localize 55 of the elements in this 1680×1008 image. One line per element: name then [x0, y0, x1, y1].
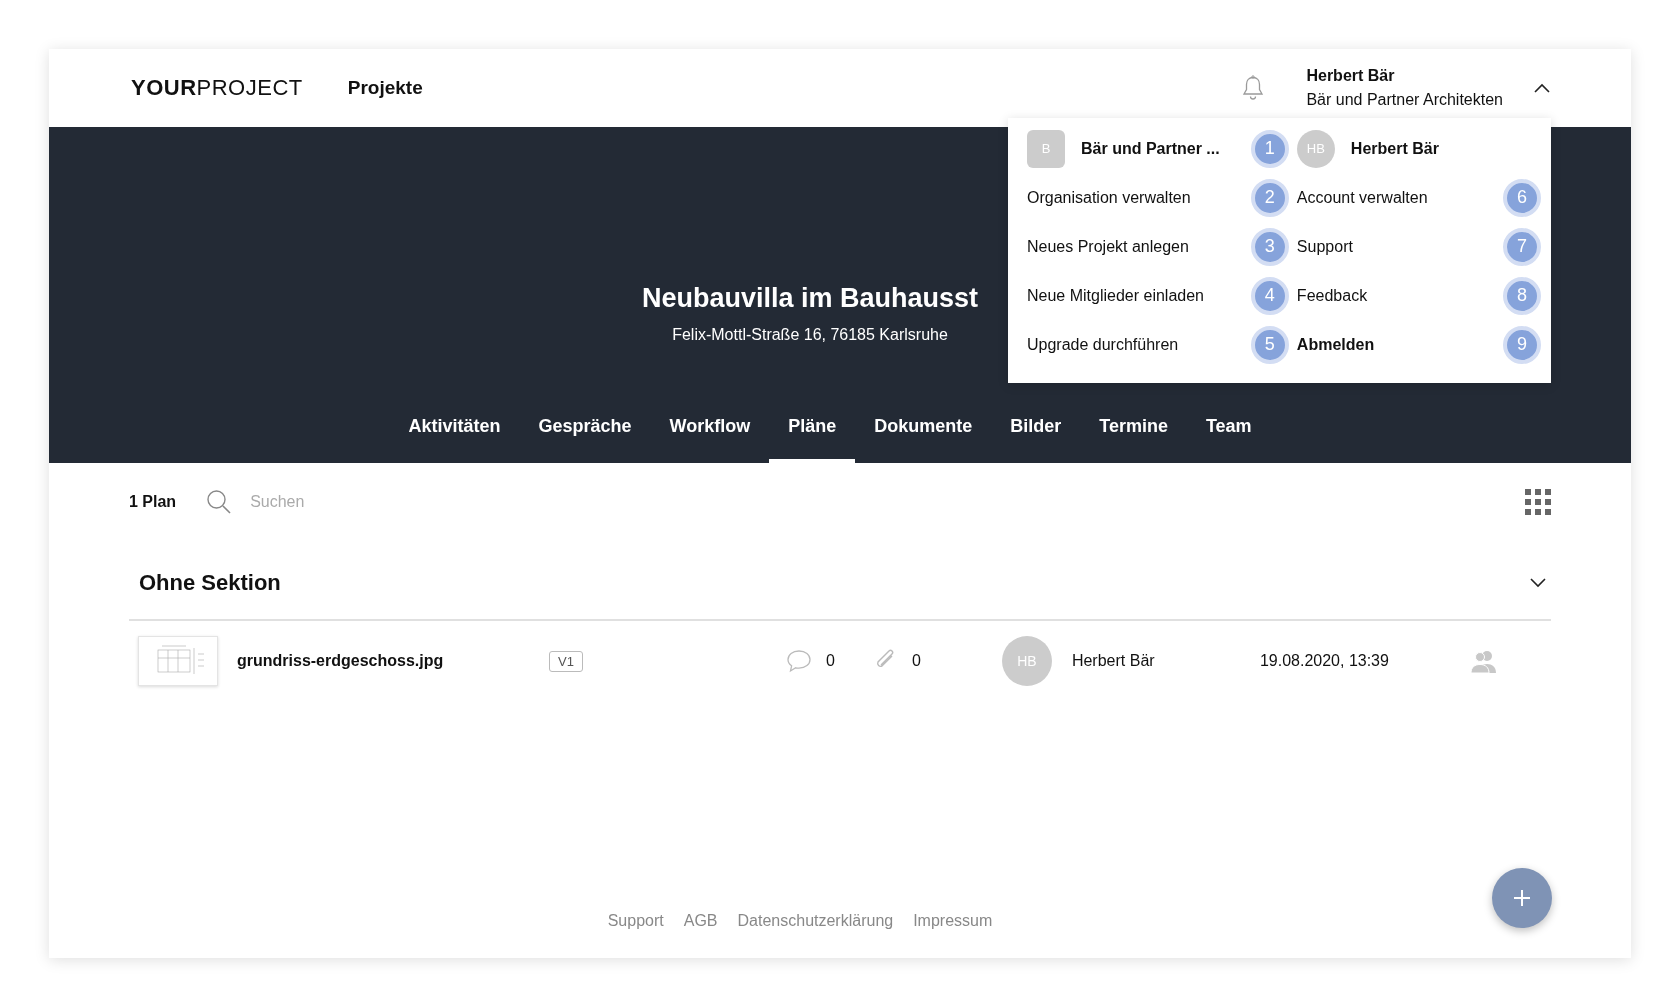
comment-icon [785, 649, 812, 673]
footer-link[interactable]: Impressum [913, 912, 993, 930]
chevron-icon[interactable] [1533, 82, 1551, 94]
menu-item[interactable]: Support [1296, 237, 1503, 256]
footer-link[interactable]: Datenschutzerklärung [737, 912, 894, 930]
menu-item[interactable]: Account verwalten [1296, 188, 1503, 207]
shortcut-badge: 1 [1250, 129, 1289, 168]
shortcut-badge: 9 [1503, 325, 1541, 364]
tab[interactable]: Termine [1080, 398, 1187, 463]
user-name: Herbert Bär [1306, 66, 1396, 86]
projects-link[interactable]: Projekte [347, 77, 423, 99]
version-badge: V1 [549, 650, 583, 672]
chevron-icon[interactable] [1529, 577, 1547, 589]
shortcut-badge: 6 [1503, 178, 1541, 217]
users-icon[interactable] [1469, 649, 1498, 673]
footer-link[interactable]: Support [607, 912, 664, 930]
menu-item[interactable]: Organisation verwalten [1027, 188, 1251, 207]
user-organization: Bär und Partner Architekten [1306, 90, 1503, 110]
comment-count: 0 [825, 652, 836, 670]
menu-item[interactable]: Herbert Bär [1350, 139, 1541, 158]
plus-icon [1513, 889, 1531, 907]
shortcut-badge: 5 [1250, 325, 1289, 364]
footer-link[interactable]: AGB [683, 912, 718, 930]
project-title: Neubauvilla im Bauhausst [641, 283, 979, 314]
logo[interactable]: YOURPROJECT [131, 75, 303, 101]
menu-item[interactable]: Upgrade durchführen [1027, 335, 1251, 354]
attachment-count: 0 [911, 652, 922, 670]
tab[interactable]: Bilder [991, 398, 1081, 463]
tab[interactable]: Gespräche [519, 398, 651, 463]
section-title: Ohne Sektion [139, 570, 282, 596]
tab[interactable]: Team [1186, 398, 1271, 463]
grid-view-icon[interactable] [1525, 489, 1551, 515]
menu-item[interactable]: Feedback [1296, 286, 1503, 305]
search-icon [206, 489, 233, 515]
shortcut-badge: 8 [1503, 276, 1541, 315]
plan-date: 19.08.2020, 13:39 [1259, 652, 1390, 670]
tab[interactable]: Workflow [650, 398, 770, 463]
project-address: Felix-Mottl-Straße 16, 76185 Karlsruhe [672, 326, 948, 344]
add-button[interactable] [1492, 868, 1552, 928]
plan-name[interactable]: grundriss-erdgeschoss.jpg [237, 652, 549, 670]
shortcut-badge: 7 [1503, 227, 1541, 266]
author-name: Herbert Bär [1071, 652, 1156, 670]
plan-thumbnail[interactable] [138, 636, 218, 686]
plan-count: 1 Plan [129, 493, 177, 511]
menu-item[interactable]: Neue Mitglieder einladen [1027, 286, 1251, 305]
tab[interactable]: Aktivitäten [389, 398, 520, 463]
shortcut-badge: 3 [1250, 227, 1289, 266]
shortcut-badge: 2 [1250, 178, 1289, 217]
menu-item[interactable]: Neues Projekt anlegen [1027, 237, 1251, 256]
tab[interactable]: Pläne [769, 398, 856, 463]
menu-item[interactable]: Abmelden [1296, 335, 1503, 354]
shortcut-badge: 4 [1250, 276, 1289, 315]
bell-icon[interactable] [1242, 75, 1265, 101]
tab[interactable]: Dokumente [855, 398, 992, 463]
menu-item[interactable]: Bär und Partner ... [1081, 139, 1251, 158]
